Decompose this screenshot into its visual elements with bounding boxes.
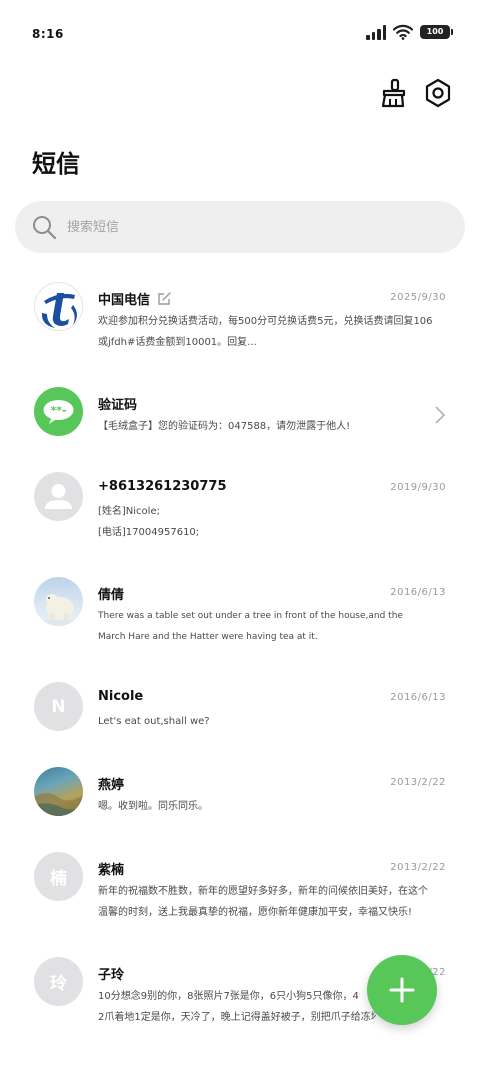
message-preview: 嗯。收到啦。同乐同乐。 xyxy=(98,801,208,812)
settings-icon xyxy=(425,78,451,108)
message-date: 2013/2/22 xyxy=(390,777,446,788)
message-date: 2025/9/30 xyxy=(390,292,446,303)
contact-avatar xyxy=(34,767,83,816)
message-item[interactable]: 楠 紫楠 2013/2/22 新年的祝福数不胜数，新年的愿望好多好多，新年的问候… xyxy=(0,840,480,940)
message-item[interactable]: 燕婷 2013/2/22 嗯。收到啦。同乐同乐。 xyxy=(0,755,480,835)
message-preview: [姓名]Nicole; [电话]17004957610; xyxy=(98,506,200,538)
china-telecom-logo xyxy=(41,293,77,328)
landscape-photo xyxy=(34,793,83,816)
message-preview: 欢迎参加积分兑换话费活动，每500分可兑换话费5元，兑换话费请回复106 或jf… xyxy=(98,316,433,348)
message-date: 2016/6/13 xyxy=(390,692,446,703)
message-sender: Nicole xyxy=(98,689,144,704)
wifi-icon xyxy=(393,24,413,40)
search-input[interactable] xyxy=(67,219,427,235)
message-preview: 新年的祝福数不胜数，新年的愿望好多好多，新年的问候依旧美好，在这个 温馨的时刻，… xyxy=(98,886,428,918)
plus-icon xyxy=(389,977,415,1003)
message-sender: 燕婷 xyxy=(98,778,125,793)
message-item[interactable]: +8613261230775 2019/9/30 [姓名]Nicole; [电话… xyxy=(0,460,480,560)
search-bar[interactable] xyxy=(15,201,465,253)
search-icon xyxy=(33,216,57,240)
broom-icon xyxy=(381,78,406,108)
contact-avatar: 楠 xyxy=(34,852,83,901)
person-icon xyxy=(45,484,72,509)
message-sender: 紫楠 xyxy=(98,863,125,878)
message-date: 2013/2/22 xyxy=(390,862,446,873)
message-sender: 子玲 xyxy=(98,968,125,983)
verification-avatar: **- xyxy=(34,387,83,436)
svg-text:**-: **- xyxy=(50,404,66,417)
message-preview: There was a table set out under a tree i… xyxy=(98,611,403,642)
contact-avatar xyxy=(34,472,83,521)
signal-icon xyxy=(366,24,386,40)
message-item[interactable]: 倩倩 2016/6/13 There was a table set out u… xyxy=(0,565,480,665)
message-preview: Let's eat out,shall we? xyxy=(98,716,210,727)
status-icons: 100 xyxy=(366,24,453,40)
message-date: 2019/9/30 xyxy=(390,482,446,493)
message-item[interactable]: 中国电信 2025/9/30 欢迎参加积分兑换话费活动，每500分可兑换话费5元… xyxy=(0,270,480,370)
message-sender: 中国电信 xyxy=(98,289,172,308)
contact-avatar: N xyxy=(34,682,83,731)
polar-bear-photo xyxy=(34,594,83,626)
status-bar: 8:16 100 xyxy=(0,0,480,66)
china-telecom-avatar xyxy=(34,282,83,331)
message-preview: 【毛绒盒子】您的验证码为：047588，请勿泄露于他人! xyxy=(98,421,351,432)
battery-icon: 100 xyxy=(420,25,453,39)
settings-button[interactable] xyxy=(423,78,453,108)
message-sender: 倩倩 xyxy=(98,588,125,603)
edit-icon xyxy=(157,292,171,305)
message-bubble-icon: **- xyxy=(43,400,74,424)
message-date: 2016/6/13 xyxy=(390,587,446,598)
contact-avatar: 玲 xyxy=(34,957,83,1006)
contact-avatar xyxy=(34,577,83,626)
header-actions xyxy=(377,78,453,108)
message-sender: +8613261230775 xyxy=(98,479,227,494)
new-message-button[interactable] xyxy=(367,955,437,1025)
message-item[interactable]: N Nicole 2016/6/13 Let's eat out,shall w… xyxy=(0,670,480,750)
message-item[interactable]: **- 验证码 【毛绒盒子】您的验证码为：047588，请勿泄露于他人! xyxy=(0,375,480,455)
clean-button[interactable] xyxy=(377,78,407,108)
status-time: 8:16 xyxy=(32,27,64,41)
page-title: 短信 xyxy=(32,150,80,178)
message-sender: 验证码 xyxy=(98,398,138,413)
